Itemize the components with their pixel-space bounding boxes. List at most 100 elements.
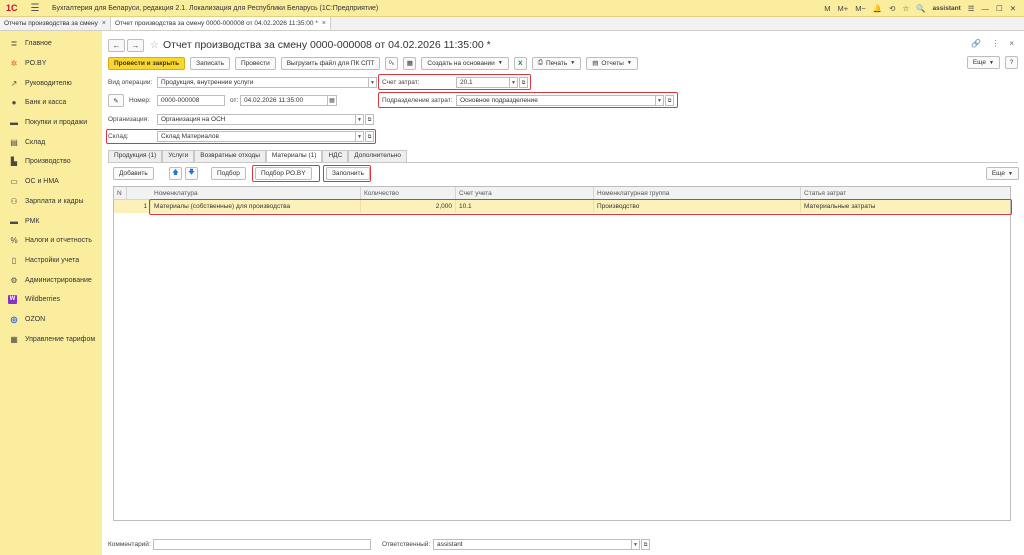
warehouse-icon: ▤ [10,137,18,147]
tab-materials[interactable]: Материалы (1) [265,150,323,162]
structure-icon[interactable]: ▦ [403,56,417,70]
sidebar-item-settings[interactable]: ▯ Настройки учета [0,251,102,271]
sidebar-item-manager[interactable]: ↗ Руководителю [0,73,102,93]
chevron-down-icon: ▼ [989,59,994,66]
chevron-down-icon[interactable]: ▼ [355,114,364,125]
minimize-icon[interactable]: — [981,4,989,13]
sidebar-item-label: Банк и касса [25,99,67,107]
more-label: Еще [972,59,987,66]
window-tab-label: Отчеты производства за смену [4,20,98,27]
sidebar-item-ozon[interactable]: ◎ OZON [0,310,102,330]
tab-products[interactable]: Продукция (1) [108,150,163,162]
fill-button[interactable]: Заполнить [326,167,370,180]
reports-button[interactable]: ▤ Отчеты ▼ [586,56,638,70]
table-more-button[interactable]: Еще ▼ [985,167,1019,180]
sidebar-item-taxes[interactable]: % Налоги и отчетность [0,231,102,251]
select-po-button[interactable]: Подбор PO.BY [255,167,312,180]
window-tab-list[interactable]: Отчеты производства за смену × [0,17,111,30]
date-field[interactable]: 04.02.2026 11:35:00 [240,95,328,106]
memory-plus-icon[interactable]: M+ [838,4,849,13]
create-based-button[interactable]: Создать на основании ▼ [421,56,509,70]
page-title: Отчет производства за смену 0000-000008 … [162,39,491,51]
organization-field[interactable]: Организация на ОСН [157,114,356,125]
open-icon[interactable]: ⧉ [641,539,650,550]
sidebar-item-rmk[interactable]: ▬ РМК [0,211,102,231]
help-button[interactable]: ? [1005,56,1018,69]
sidebar-item-bank[interactable]: ● Банк и касса [0,93,102,113]
open-icon[interactable]: ⧉ [365,131,374,142]
more-vertical-icon[interactable]: ⋮ [991,39,999,48]
print-button[interactable]: ⎙ Печать ▼ [531,56,582,70]
select-button[interactable]: Подбор [211,167,246,180]
window-tab-document[interactable]: Отчет производства за смену 0000-000008 … [110,17,331,30]
add-button[interactable]: Добавить [113,167,154,180]
maximize-icon[interactable]: ☐ [996,4,1003,13]
poby-icon: ✲ [10,59,18,69]
operation-field[interactable]: Продукция, внутренние услуги [157,77,369,88]
chevron-down-icon[interactable]: ▼ [655,95,664,106]
chevron-down-icon[interactable]: ▼ [355,131,364,142]
sidebar-item-poby[interactable]: ✲ PO.BY [0,54,102,74]
sidebar-item-warehouse[interactable]: ▤ Склад [0,132,102,152]
post-and-close-button[interactable]: Провести и закрыть [108,56,186,70]
sidebar-item-purchases[interactable]: ▬ Покупки и продажи [0,113,102,133]
memory-minus-icon[interactable]: M− [855,4,866,13]
export-button[interactable]: Выгрузить файл для ПК СПТ [280,56,381,70]
calendar-icon[interactable]: ▦ [328,95,337,106]
memory-icon[interactable]: M [824,4,830,13]
settings-menu-icon[interactable]: ☰ [968,4,975,13]
back-button[interactable]: ← [108,38,125,52]
star-icon[interactable]: ☆ [902,4,909,13]
bell-icon[interactable]: 🔔 [873,4,882,13]
edit-number-icon[interactable]: ✎ [108,94,124,107]
tab-services[interactable]: Услуги [162,150,195,162]
dt-kt-icon[interactable]: ᴰₖ [385,56,399,70]
forward-button[interactable]: → [127,38,144,52]
post-button[interactable]: Провести [234,56,276,70]
user-name[interactable]: assistant [933,5,961,12]
tab-vat[interactable]: НДС [322,150,349,162]
warehouse-field[interactable]: Склад Материалов [157,131,356,142]
column-header-n[interactable]: N [114,187,127,200]
sidebar-item-admin[interactable]: ⚙ Администрирование [0,270,102,290]
account-field[interactable]: 20.1 [456,77,510,88]
more-button[interactable]: Еще ▼ [966,56,1000,69]
sidebar-item-production[interactable]: ▙ Производство [0,152,102,172]
search-icon[interactable]: 🔍 [916,4,925,13]
tab-returnable-waste[interactable]: Возвратные отходы [194,150,266,162]
sidebar-item-assets[interactable]: ▭ ОС и НМА [0,172,102,192]
tab-additional[interactable]: Дополнительно [348,150,408,162]
move-down-icon[interactable]: 🡇 [185,167,198,180]
sidebar-item-salary[interactable]: ⚇ Зарплата и кадры [0,192,102,212]
responsible-field[interactable]: assistant [433,539,632,550]
sidebar-item-label: OZON [25,315,46,323]
close-icon[interactable]: × [1009,39,1014,48]
move-up-icon[interactable]: 🡅 [169,167,182,180]
close-icon[interactable]: × [322,20,326,27]
close-window-icon[interactable]: ✕ [1010,4,1016,13]
sidebar-item-main[interactable]: ≣ Главное [0,34,102,54]
comment-label: Комментарий: [108,541,151,548]
comment-field[interactable] [153,539,371,550]
menu-icon[interactable]: ☰ [26,3,44,14]
organization-label: Организация: [108,116,150,123]
responsible-label: Ответственный: [382,541,431,548]
save-button[interactable]: Записать [190,56,230,70]
link-icon[interactable]: 🔗 [971,39,981,48]
history-icon[interactable]: ⟲ [889,4,895,13]
close-icon[interactable]: × [102,20,106,27]
open-icon[interactable]: ⧉ [519,77,528,88]
division-field[interactable]: Основное подразделение [456,95,656,106]
chevron-down-icon[interactable]: ▼ [509,77,518,88]
sidebar-item-tariff[interactable]: ▦ Управление тарифом [0,329,102,349]
open-icon[interactable]: ⧉ [665,95,674,106]
chevron-down-icon: ▼ [497,60,503,66]
excel-icon[interactable]: X [513,56,527,70]
sidebar-item-label: Зарплата и кадры [25,197,84,205]
number-field[interactable]: 0000-000008 [157,95,225,106]
chevron-down-icon[interactable]: ▼ [631,539,640,550]
chevron-down-icon[interactable]: ▼ [368,77,377,88]
favorite-star-icon[interactable]: ☆ [150,40,159,51]
sidebar-item-wildberries[interactable]: W Wildberries [0,290,102,310]
open-icon[interactable]: ⧉ [365,114,374,125]
